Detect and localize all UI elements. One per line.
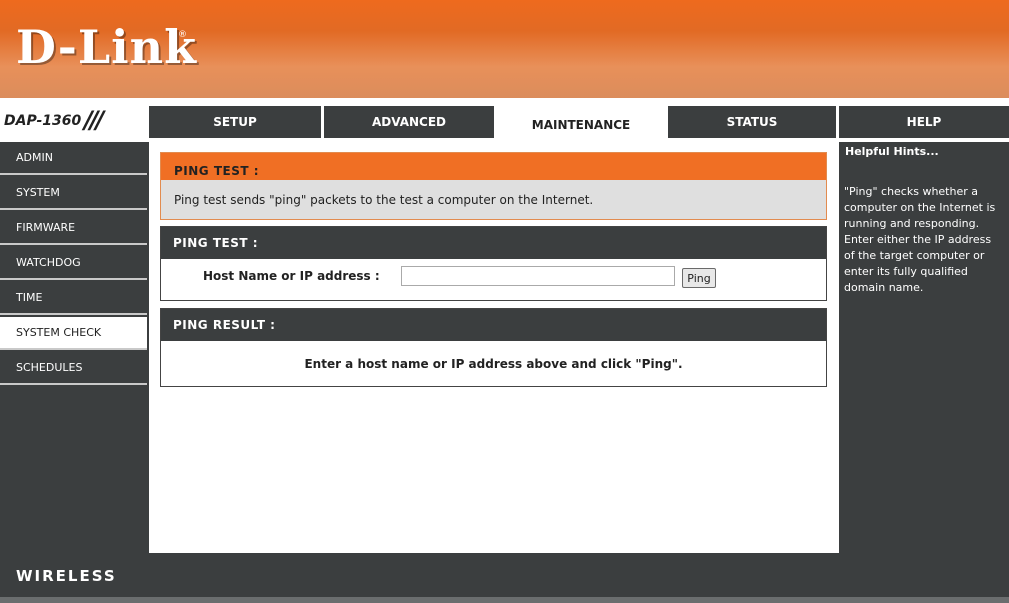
model-name: DAP-1360	[4, 113, 82, 129]
ping-result-message: Enter a host name or IP address above an…	[304, 356, 683, 371]
sidebar: ADMIN SYSTEM FIRMWARE WATCHDOG TIME SYST…	[0, 142, 149, 553]
tab-status[interactable]: STATUS	[668, 106, 836, 138]
host-input[interactable]	[401, 266, 675, 286]
intro-section: PING TEST : Ping test sends "ping" packe…	[160, 152, 827, 220]
footer-wireless-label: WIRELESS	[16, 567, 117, 585]
sidebar-item-time[interactable]: TIME	[0, 282, 147, 315]
help-title: Helpful Hints...	[845, 145, 939, 158]
tab-maintenance[interactable]: MAINTENANCE	[497, 108, 665, 142]
ping-test-section: PING TEST : Host Name or IP address : Pi…	[160, 226, 827, 301]
main-content: PING TEST : Ping test sends "ping" packe…	[149, 142, 839, 553]
sidebar-item-schedules[interactable]: SCHEDULES	[0, 352, 147, 385]
header-banner: D-Link ®	[0, 0, 1009, 103]
dlink-logo: D-Link	[16, 20, 197, 74]
footer: WIRELESS	[0, 553, 1009, 603]
intro-title: PING TEST :	[161, 153, 826, 180]
ping-test-row: Host Name or IP address : Ping	[161, 259, 826, 300]
help-panel: Helpful Hints... "Ping" checks whether a…	[839, 142, 1009, 553]
tab-help[interactable]: HELP	[839, 106, 1009, 138]
sidebar-item-watchdog[interactable]: WATCHDOG	[0, 247, 147, 280]
footer-divider	[0, 597, 1009, 603]
intro-description: Ping test sends "ping" packets to the te…	[161, 180, 826, 219]
model-badge: DAP-1360 ///	[0, 106, 146, 136]
registered-mark: ®	[178, 30, 187, 40]
tab-setup[interactable]: SETUP	[149, 106, 321, 138]
sidebar-item-system[interactable]: SYSTEM	[0, 177, 147, 210]
tab-advanced[interactable]: ADVANCED	[324, 106, 494, 138]
host-label: Host Name or IP address :	[203, 269, 380, 283]
sidebar-item-firmware[interactable]: FIRMWARE	[0, 212, 147, 245]
ping-test-title: PING TEST :	[161, 227, 826, 259]
ping-result-section: PING RESULT : Enter a host name or IP ad…	[160, 308, 827, 387]
sidebar-item-admin[interactable]: ADMIN	[0, 142, 147, 175]
ping-result-title: PING RESULT :	[161, 309, 826, 341]
model-slashes: ///	[84, 106, 104, 134]
help-text: "Ping" checks whether a computer on the …	[844, 185, 996, 294]
sidebar-item-system-check[interactable]: SYSTEM CHECK	[0, 317, 147, 350]
ping-button[interactable]: Ping	[682, 268, 716, 288]
